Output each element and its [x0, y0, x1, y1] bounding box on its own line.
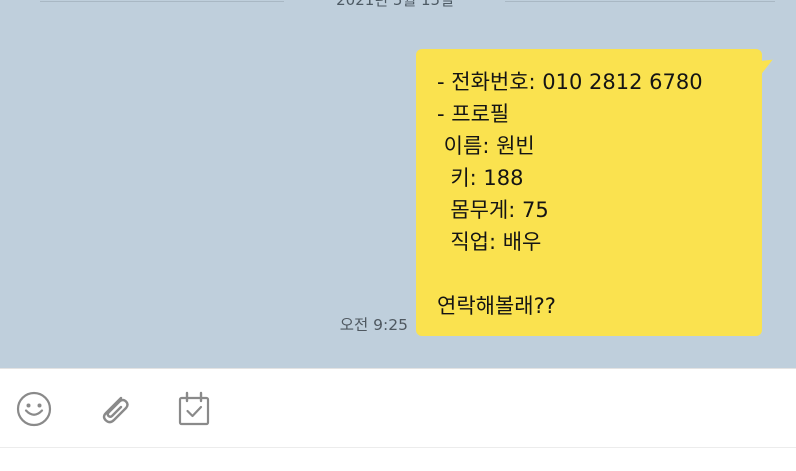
message-line-weight: 몸무게: 75 — [437, 198, 549, 222]
message-line-profile: - 프로필 — [437, 102, 510, 126]
message-line-name: 이름: 원빈 — [437, 134, 535, 158]
message-composer — [0, 368, 796, 471]
message-bubble[interactable]: - 전화번호: 010 2812 6780 - 프로필 이름: 원빈 키: 18… — [416, 49, 762, 336]
calendar-check-icon — [178, 391, 210, 426]
schedule-button[interactable] — [174, 389, 214, 429]
message-line-phone: - 전화번호: 010 2812 6780 — [437, 70, 703, 94]
message-line-blank — [437, 258, 752, 290]
emoji-icon — [16, 391, 52, 427]
message-line-job: 직업: 배우 — [437, 230, 542, 254]
composer-toolbar — [0, 369, 796, 448]
date-divider-line-left — [40, 1, 284, 2]
paperclip-icon — [102, 396, 129, 424]
date-divider: 2021년 5월 15일 — [0, 0, 796, 12]
chat-area: 2021년 5월 15일 오전 9:25 - 전화번호: 010 2812 67… — [0, 0, 796, 368]
message-line-height: 키: 188 — [437, 166, 524, 190]
date-divider-text: 2021년 5월 15일 — [336, 0, 454, 9]
message-input[interactable] — [0, 448, 796, 471]
message-line-question: 연락해볼래?? — [437, 294, 556, 318]
emoji-button[interactable] — [14, 389, 54, 429]
attach-file-button[interactable] — [94, 389, 134, 429]
message-timestamp: 오전 9:25 — [339, 316, 408, 334]
date-divider-line-right — [505, 1, 775, 2]
